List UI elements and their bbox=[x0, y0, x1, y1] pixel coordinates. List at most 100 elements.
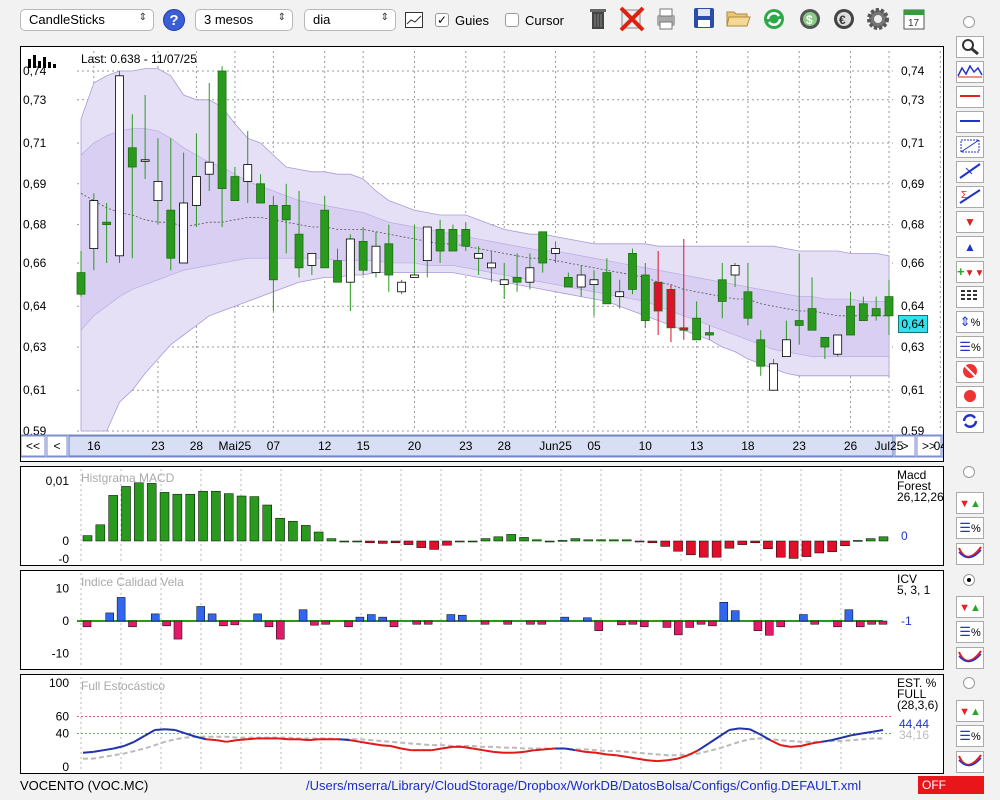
stochastic-k-segment bbox=[575, 749, 586, 753]
guides-checkbox[interactable]: ✓ bbox=[435, 13, 449, 27]
candle-body bbox=[538, 231, 548, 264]
trendline-icon[interactable] bbox=[956, 161, 984, 183]
folder-icon[interactable] bbox=[724, 6, 752, 34]
xtick-label: 07 bbox=[267, 439, 281, 453]
macd-bar bbox=[467, 540, 478, 543]
signal-arrows-icon[interactable]: ▼▲ bbox=[956, 492, 984, 514]
indicator-side-label: (28,3,6) bbox=[897, 698, 938, 712]
main-radio[interactable] bbox=[963, 16, 975, 28]
percent-levels-icon[interactable]: ☰% bbox=[956, 517, 984, 539]
icv-chart[interactable]: 100-10Indice Calidad Vela ICV5, 3, 1-1 bbox=[21, 571, 943, 669]
candle-body bbox=[358, 240, 368, 271]
candle-body bbox=[268, 204, 278, 281]
macd-bar bbox=[82, 535, 93, 542]
percent-levels-icon[interactable]: ☰% bbox=[956, 621, 984, 643]
horizontal-line-red-icon[interactable] bbox=[956, 86, 984, 108]
macd-bar bbox=[275, 517, 285, 542]
arrow-up-icon[interactable]: ▲ bbox=[956, 236, 984, 258]
signal-arrows-icon[interactable]: ▼▲ bbox=[956, 596, 984, 618]
stochastic-k-segment bbox=[626, 755, 638, 760]
candlestick-chart[interactable]: 0,74 0,740,73 0,730,71 0,710,69 0,690,68 0,68… bbox=[20, 47, 986, 461]
icv-bar bbox=[662, 620, 672, 628]
panel-radio[interactable] bbox=[963, 466, 975, 478]
oscillator-curve-icon[interactable] bbox=[956, 543, 984, 565]
record-icon[interactable] bbox=[956, 386, 984, 408]
clear-icon[interactable] bbox=[956, 361, 984, 383]
macd-bar bbox=[301, 525, 311, 542]
add-signal-icon[interactable]: +▼▼ bbox=[956, 261, 984, 283]
percent-levels-icon[interactable]: ☰% bbox=[956, 336, 984, 358]
candle-body bbox=[705, 332, 714, 336]
stochastic-signal-line bbox=[83, 735, 883, 760]
icv-bar bbox=[173, 620, 183, 640]
macd-bar bbox=[236, 495, 247, 542]
candle-body bbox=[653, 281, 663, 312]
stochastic-k-segment bbox=[370, 742, 381, 747]
panel-radio[interactable] bbox=[963, 574, 975, 586]
candle-body bbox=[89, 200, 99, 250]
macd-histogram[interactable]: 0,010-0Histgrama MACD MacdForest26,12,260 bbox=[21, 467, 944, 566]
zoom-icon[interactable] bbox=[956, 36, 984, 58]
macd-bar bbox=[865, 538, 876, 542]
ytick-label: 60 bbox=[56, 710, 70, 724]
icv-bar bbox=[856, 620, 865, 628]
macd-bar bbox=[532, 539, 542, 542]
regression-icon[interactable]: Σ bbox=[956, 186, 984, 208]
percent-range-icon[interactable]: ⇕% bbox=[956, 311, 984, 333]
save-icon[interactable] bbox=[690, 6, 718, 34]
cursor-label: Cursor bbox=[525, 13, 565, 28]
stochastic-k-segment bbox=[277, 737, 289, 741]
chart-type-select[interactable]: CandleSticks ⇕ bbox=[20, 9, 154, 31]
macd-bar bbox=[878, 536, 889, 542]
oscillator-curve-icon[interactable] bbox=[956, 751, 984, 773]
macd-bar bbox=[429, 540, 439, 550]
stochastic-k-segment bbox=[800, 742, 812, 747]
stochastic-k-segment bbox=[174, 729, 186, 735]
money-icon[interactable]: $ bbox=[796, 6, 824, 34]
nav-prev-button-label: < bbox=[53, 439, 60, 453]
macd-bar bbox=[519, 537, 529, 542]
macd-bar bbox=[442, 540, 452, 546]
horizontal-line-blue-icon[interactable] bbox=[956, 111, 984, 133]
chart-overlay-icon[interactable] bbox=[956, 61, 984, 83]
xtick-label: Mai25 bbox=[219, 439, 252, 453]
panel-radio[interactable] bbox=[963, 677, 975, 689]
euro-icon[interactable]: € bbox=[830, 6, 858, 34]
gear-icon[interactable] bbox=[864, 6, 892, 34]
ytick-label-right: 0,64 bbox=[901, 299, 925, 313]
sync-icon[interactable] bbox=[956, 411, 984, 433]
icv-bar bbox=[480, 620, 490, 625]
print-icon[interactable] bbox=[652, 6, 680, 34]
config-path-link[interactable]: /Users/mserra/Library/CloudStorage/Dropb… bbox=[306, 778, 861, 793]
help-button[interactable]: ? bbox=[163, 9, 185, 31]
calendar-icon[interactable]: 17 bbox=[900, 6, 928, 34]
period-select[interactable]: 3 mesos ⇕ bbox=[195, 9, 293, 31]
interval-select[interactable]: dia ⇕ bbox=[304, 9, 396, 31]
candle-body bbox=[102, 221, 112, 225]
refresh-icon[interactable] bbox=[760, 6, 788, 34]
stochastic-k-segment bbox=[82, 750, 94, 754]
icv-bar bbox=[878, 620, 888, 625]
candle-body bbox=[576, 274, 586, 288]
percent-levels-icon[interactable]: ☰% bbox=[956, 725, 984, 747]
arrow-down-icon[interactable]: ▼ bbox=[956, 211, 984, 233]
guides-label: Guies bbox=[455, 13, 489, 28]
signal-arrows-icon[interactable]: ▼▲ bbox=[956, 700, 984, 722]
delete-icon[interactable] bbox=[618, 6, 646, 34]
trash-icon[interactable] bbox=[584, 6, 612, 34]
macd-value-label: 0 bbox=[901, 529, 908, 543]
cursor-checkbox[interactable] bbox=[505, 13, 519, 27]
ytick-label-right: 0,73 bbox=[901, 93, 925, 107]
macd-bar bbox=[198, 490, 208, 542]
icv-bar bbox=[162, 620, 171, 627]
channel-icon[interactable] bbox=[956, 136, 984, 158]
icv-bar bbox=[560, 616, 569, 622]
icv-bar bbox=[344, 620, 353, 628]
oscillator-curve-icon[interactable] bbox=[956, 647, 984, 669]
status-badge[interactable]: OFF bbox=[918, 776, 984, 794]
chart-window-icon[interactable] bbox=[405, 12, 423, 28]
icv-bar bbox=[799, 614, 808, 622]
stochastic-chart[interactable]: 10060400Full Estocástico EST. %FULL(28,3,… bbox=[21, 675, 943, 774]
levels-icon[interactable] bbox=[956, 286, 984, 308]
stochastic-k-segment bbox=[841, 734, 853, 739]
